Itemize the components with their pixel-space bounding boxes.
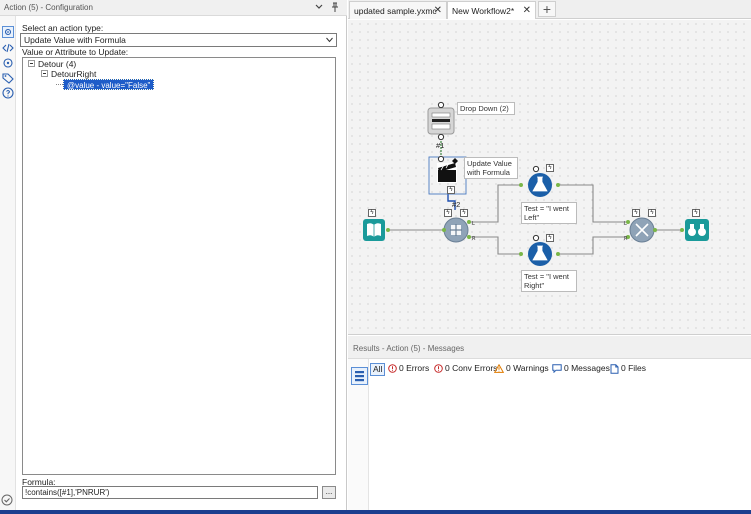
- connection-line: [469, 236, 521, 255]
- anchor-label-2: #2: [452, 200, 461, 209]
- config-title: Action (5) - Configuration: [4, 3, 93, 12]
- results-title: Results - Action (5) - Messages: [353, 344, 465, 353]
- tree-connector: [56, 84, 63, 85]
- results-header: Results - Action (5) - Messages: [348, 336, 751, 359]
- config-side-toolbar: [0, 16, 16, 510]
- filter-messages-button[interactable]: 0 Messages: [552, 363, 610, 376]
- tree-node-detour[interactable]: Detour (4): [38, 59, 76, 69]
- workflow-tab-bar: updated sample.yxmc ✕ New Workflow2* ✕ +: [348, 0, 751, 19]
- filter-errors-button[interactable]: 0 Errors: [388, 363, 429, 376]
- close-icon[interactable]: ✕: [523, 5, 531, 16]
- close-icon[interactable]: ✕: [434, 5, 442, 16]
- pin-icon[interactable]: [330, 2, 340, 13]
- conversion-error-icon: [434, 364, 443, 374]
- lightning-icon: ϟ: [632, 209, 640, 217]
- filter-messages-label: 0 Messages: [564, 363, 610, 373]
- tab-label: updated sample.yxmc: [354, 6, 437, 16]
- filter-all-button[interactable]: All: [370, 363, 386, 376]
- message-icon: [552, 364, 562, 374]
- formula-left-label: Test = "I went Left": [521, 202, 577, 224]
- connection-line: [558, 236, 628, 255]
- error-icon: [388, 364, 397, 374]
- lightning-icon: ϟ: [460, 209, 468, 217]
- detour-end-tool: L R: [624, 217, 657, 243]
- target-icon[interactable]: [2, 57, 14, 69]
- chevron-down-icon: [326, 37, 333, 43]
- configuration-panel: Action (5) - Configuration Select an act…: [0, 0, 347, 510]
- select-action-label: Select an action type:: [22, 23, 104, 33]
- filter-warnings-label: 0 Warnings: [506, 363, 549, 373]
- list-icon: [355, 371, 364, 382]
- lightning-icon: ϟ: [444, 209, 452, 217]
- browse-tool: [680, 219, 709, 241]
- action-type-value: Update Value with Formula: [24, 35, 126, 45]
- lightning-icon: ϟ: [546, 164, 554, 172]
- help-icon[interactable]: [2, 87, 14, 99]
- tree-collapse-toggle[interactable]: [28, 60, 35, 67]
- lightning-icon: ϟ: [368, 209, 376, 217]
- chevron-down-icon[interactable]: [314, 2, 324, 12]
- filter-conv-errors-button[interactable]: 0 Conv Errors: [434, 363, 497, 376]
- tab-new-workflow2[interactable]: New Workflow2* ✕: [447, 1, 536, 19]
- lightning-icon: ϟ: [546, 234, 554, 242]
- dropdown-tool-label: Drop Down (2): [457, 102, 515, 115]
- formula-input[interactable]: !contains([#1],'PNRUR'): [22, 486, 318, 499]
- svg-text:R: R: [624, 236, 628, 242]
- warning-icon: [494, 364, 504, 374]
- input-tool: [363, 219, 390, 241]
- anchor-label-1: #1: [436, 141, 445, 150]
- formula-editor-button[interactable]: ...: [322, 486, 336, 499]
- results-view-button[interactable]: [351, 367, 368, 385]
- tree-node-selected-value[interactable]: @value - value="False": [63, 79, 155, 90]
- window-bottom-border: [0, 510, 751, 514]
- action-type-select[interactable]: Update Value with Formula: [20, 33, 337, 47]
- filter-files-button[interactable]: 0 Files: [610, 363, 646, 376]
- detour-tool: L R: [442, 217, 476, 243]
- tree-node-detourright[interactable]: DetourRight: [51, 69, 96, 79]
- svg-text:R: R: [472, 236, 476, 242]
- results-side-toolbar: [348, 359, 369, 510]
- formula-right-label: Test = "I went Right": [521, 270, 577, 292]
- filter-files-label: 0 Files: [621, 363, 647, 373]
- formula-value: !contains([#1],'PNRUR'): [25, 488, 110, 497]
- dropdown-tool: [427, 101, 455, 141]
- tab-updated-sample[interactable]: updated sample.yxmc ✕: [349, 1, 447, 19]
- tab-label: New Workflow2*: [452, 6, 515, 16]
- action-tool-label: Update Value with Formula: [464, 157, 518, 179]
- svg-text:L: L: [472, 221, 475, 227]
- lightning-icon: ϟ: [648, 209, 656, 217]
- filter-conv-errors-label: 0 Conv Errors: [445, 363, 498, 373]
- filter-warnings-button[interactable]: 0 Warnings: [494, 363, 549, 376]
- add-tab-button[interactable]: +: [538, 1, 556, 17]
- gear-icon[interactable]: [2, 26, 14, 38]
- connection-line: [469, 184, 521, 223]
- tree-collapse-toggle[interactable]: [41, 70, 48, 77]
- lightning-icon: ϟ: [447, 186, 455, 194]
- filter-errors-label: 0 Errors: [399, 363, 430, 373]
- value-attribute-label: Value or Attribute to Update:: [22, 47, 129, 57]
- workflow-canvas[interactable]: L R L R ϟ ϟ ϟ ϟ ϟ ϟ ϟ ϟ ϟ Drop Down (2) …: [348, 20, 751, 335]
- file-icon: [610, 364, 619, 374]
- results-panel: Results - Action (5) - Messages All 0 Er…: [348, 336, 751, 510]
- lightning-icon: ϟ: [692, 209, 700, 217]
- tag-icon[interactable]: [2, 72, 14, 84]
- svg-text:L: L: [624, 221, 627, 227]
- check-circle-icon[interactable]: [1, 494, 13, 506]
- config-header: Action (5) - Configuration: [0, 0, 347, 16]
- code-icon[interactable]: [2, 42, 14, 54]
- attribute-tree: Detour (4) DetourRight @value - value="F…: [22, 57, 336, 475]
